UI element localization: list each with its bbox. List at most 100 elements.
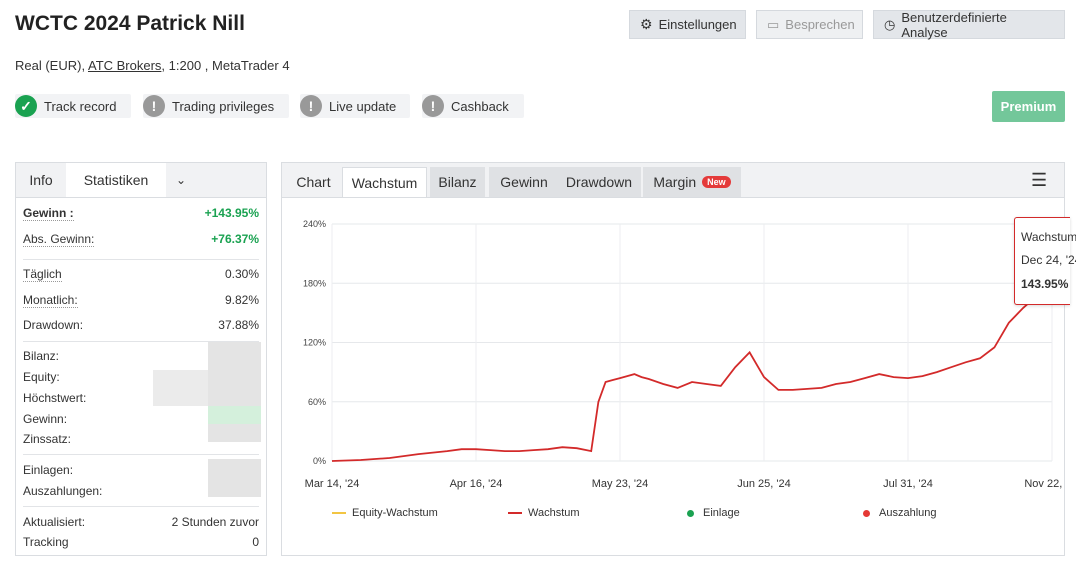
y-tick-label: 240% [303, 219, 326, 229]
monthly-row: Monatlich: 9.82% [23, 290, 259, 310]
tooltip-date: Dec 24, '24 [1021, 253, 1076, 267]
blurred-values [208, 406, 261, 424]
monthly-label: Monatlich: [23, 292, 78, 308]
y-tick-label: 0% [313, 456, 326, 466]
drawdown-value: 37.88% [218, 318, 259, 332]
updated-label: Aktualisiert: [23, 515, 86, 529]
broker-link[interactable]: ATC Brokers [88, 58, 161, 73]
account-type: Real (EUR), [15, 58, 86, 73]
drawdown-row: Drawdown: 37.88% [23, 315, 259, 335]
legend-dot-icon [687, 509, 694, 517]
clock-icon: ◷ [884, 16, 896, 32]
tab-drawdown[interactable]: Drawdown [557, 167, 641, 197]
legend-dot-icon [863, 509, 870, 517]
tab-growth[interactable]: Wachstum [342, 167, 427, 197]
exclamation-icon: ! [143, 95, 165, 117]
daily-row: Täglich 0.30% [23, 264, 259, 284]
track-record-label: Track record [44, 98, 117, 114]
tracking-row: Tracking 0 [23, 532, 259, 552]
page-title: WCTC 2024 Patrick Nill [15, 12, 245, 35]
legend-label: Equity-Wachstum [352, 507, 438, 519]
trading-privileges-label: Trading privileges [172, 98, 275, 114]
y-tick-label: 60% [308, 397, 326, 407]
gain-row: Gewinn : +143.95% [23, 203, 259, 223]
divider [23, 259, 259, 260]
legend-label: Auszahlung [879, 507, 937, 519]
x-tick-label: Nov 22, '24 [1024, 478, 1064, 490]
legend-growth[interactable]: Wachstum [508, 507, 580, 519]
monthly-value: 9.82% [224, 293, 259, 307]
tab-margin-label: Margin [653, 174, 697, 190]
legend-equity-growth[interactable]: Equity-Wachstum [332, 507, 438, 519]
legend-line-icon [508, 512, 522, 514]
tooltip-value: 143.95% [1021, 277, 1069, 291]
interest-label: Zinssatz: [23, 432, 72, 446]
abs-gain-label: Abs. Gewinn: [23, 231, 95, 247]
tracking-value: 0 [252, 535, 259, 549]
withdrawals-label: Auszahlungen: [23, 484, 103, 498]
comment-icon: ▭ [767, 16, 780, 32]
settings-label: Einstellungen [658, 17, 737, 32]
stats-panel: Info Statistiken ⌄ Gewinn : +143.95% Abs… [15, 162, 267, 556]
exclamation-icon: ! [422, 95, 444, 117]
cashback-label: Cashback [451, 98, 509, 114]
blurred-values [208, 459, 261, 497]
chevron-down-icon[interactable]: ⌄ [166, 163, 196, 197]
deposits-label: Einlagen: [23, 463, 74, 477]
blurred-values [208, 342, 261, 442]
live-update-badge[interactable]: ! Live update [300, 94, 410, 118]
x-tick-label: Jun 25, '24 [737, 478, 790, 490]
legend-label: Einlage [703, 507, 740, 519]
daily-value: 0.30% [224, 267, 259, 281]
abs-gain-row: Abs. Gewinn: +76.37% [23, 229, 259, 249]
x-tick-label: Mar 14, '24 [305, 478, 360, 490]
balance-label: Bilanz: [23, 349, 60, 363]
tab-balance[interactable]: Bilanz [430, 167, 485, 197]
drawdown-label: Drawdown: [23, 318, 84, 332]
growth-chart: 0% 60% 120% 180% 240% Mar 14, '24 Apr 16, '24 M… [303, 219, 1064, 490]
legend-withdrawal[interactable]: Auszahlung [863, 507, 937, 519]
divider [23, 506, 259, 507]
profit-label: Gewinn: [23, 412, 68, 426]
tooltip-series: Wachstum [1021, 230, 1076, 244]
custom-analysis-button[interactable]: ◷ Benutzerdefinierte Analyse [873, 9, 1065, 40]
tab-margin[interactable]: Margin New [643, 167, 741, 197]
x-tick-label: Apr 16, '24 [450, 478, 503, 490]
blurred-values [153, 370, 208, 406]
discuss-button[interactable]: ▭ Besprechen [756, 10, 863, 39]
premium-button[interactable]: Premium [992, 91, 1065, 122]
tab-info[interactable]: Info [16, 163, 66, 197]
exclamation-icon: ! [300, 95, 322, 117]
x-tick-label: May 23, '24 [592, 478, 649, 490]
daily-label: Täglich [23, 266, 62, 282]
gain-value: +143.95% [204, 206, 259, 220]
tab-chart[interactable]: Chart [286, 167, 341, 197]
discuss-label: Besprechen [785, 17, 855, 32]
custom-analysis-label: Benutzerdefinierte Analyse [901, 9, 1007, 40]
growth-series-line [331, 287, 1053, 462]
stats-tabs: Info Statistiken ⌄ [16, 163, 266, 198]
x-tick-label: Jul 31, '24 [883, 478, 933, 490]
legend-deposit[interactable]: Einlage [687, 507, 740, 519]
cashback-badge[interactable]: ! Cashback [422, 94, 524, 118]
track-record-badge[interactable]: ✓ Track record [15, 94, 131, 118]
check-icon: ✓ [15, 95, 37, 117]
chart-panel: Chart Wachstum Bilanz Gewinn Drawdown Ma… [281, 162, 1076, 556]
trading-privileges-badge[interactable]: ! Trading privileges [143, 94, 289, 118]
updated-row: Aktualisiert: 2 Stunden zuvor [23, 512, 259, 532]
settings-button[interactable]: ⚙ Einstellungen [629, 10, 746, 39]
chart-tooltip: Wachstum Dec 24, '24 143.95% [1014, 217, 1076, 305]
settings-sliders-icon[interactable]: ☰ [1031, 170, 1047, 191]
y-tick-label: 120% [303, 338, 326, 348]
live-update-label: Live update [329, 98, 397, 114]
y-tick-label: 180% [303, 278, 326, 288]
divider [23, 454, 259, 455]
tab-profit[interactable]: Gewinn [489, 167, 559, 197]
account-details: , 1:200 , MetaTrader 4 [161, 58, 290, 73]
tracking-label: Tracking [23, 535, 69, 549]
legend-line-icon [332, 512, 346, 514]
account-info: Real (EUR), ATC Brokers, 1:200 , MetaTra… [15, 58, 290, 73]
tab-statistics[interactable]: Statistiken [66, 163, 166, 197]
highest-label: Höchstwert: [23, 391, 87, 405]
new-badge: New [702, 176, 731, 188]
